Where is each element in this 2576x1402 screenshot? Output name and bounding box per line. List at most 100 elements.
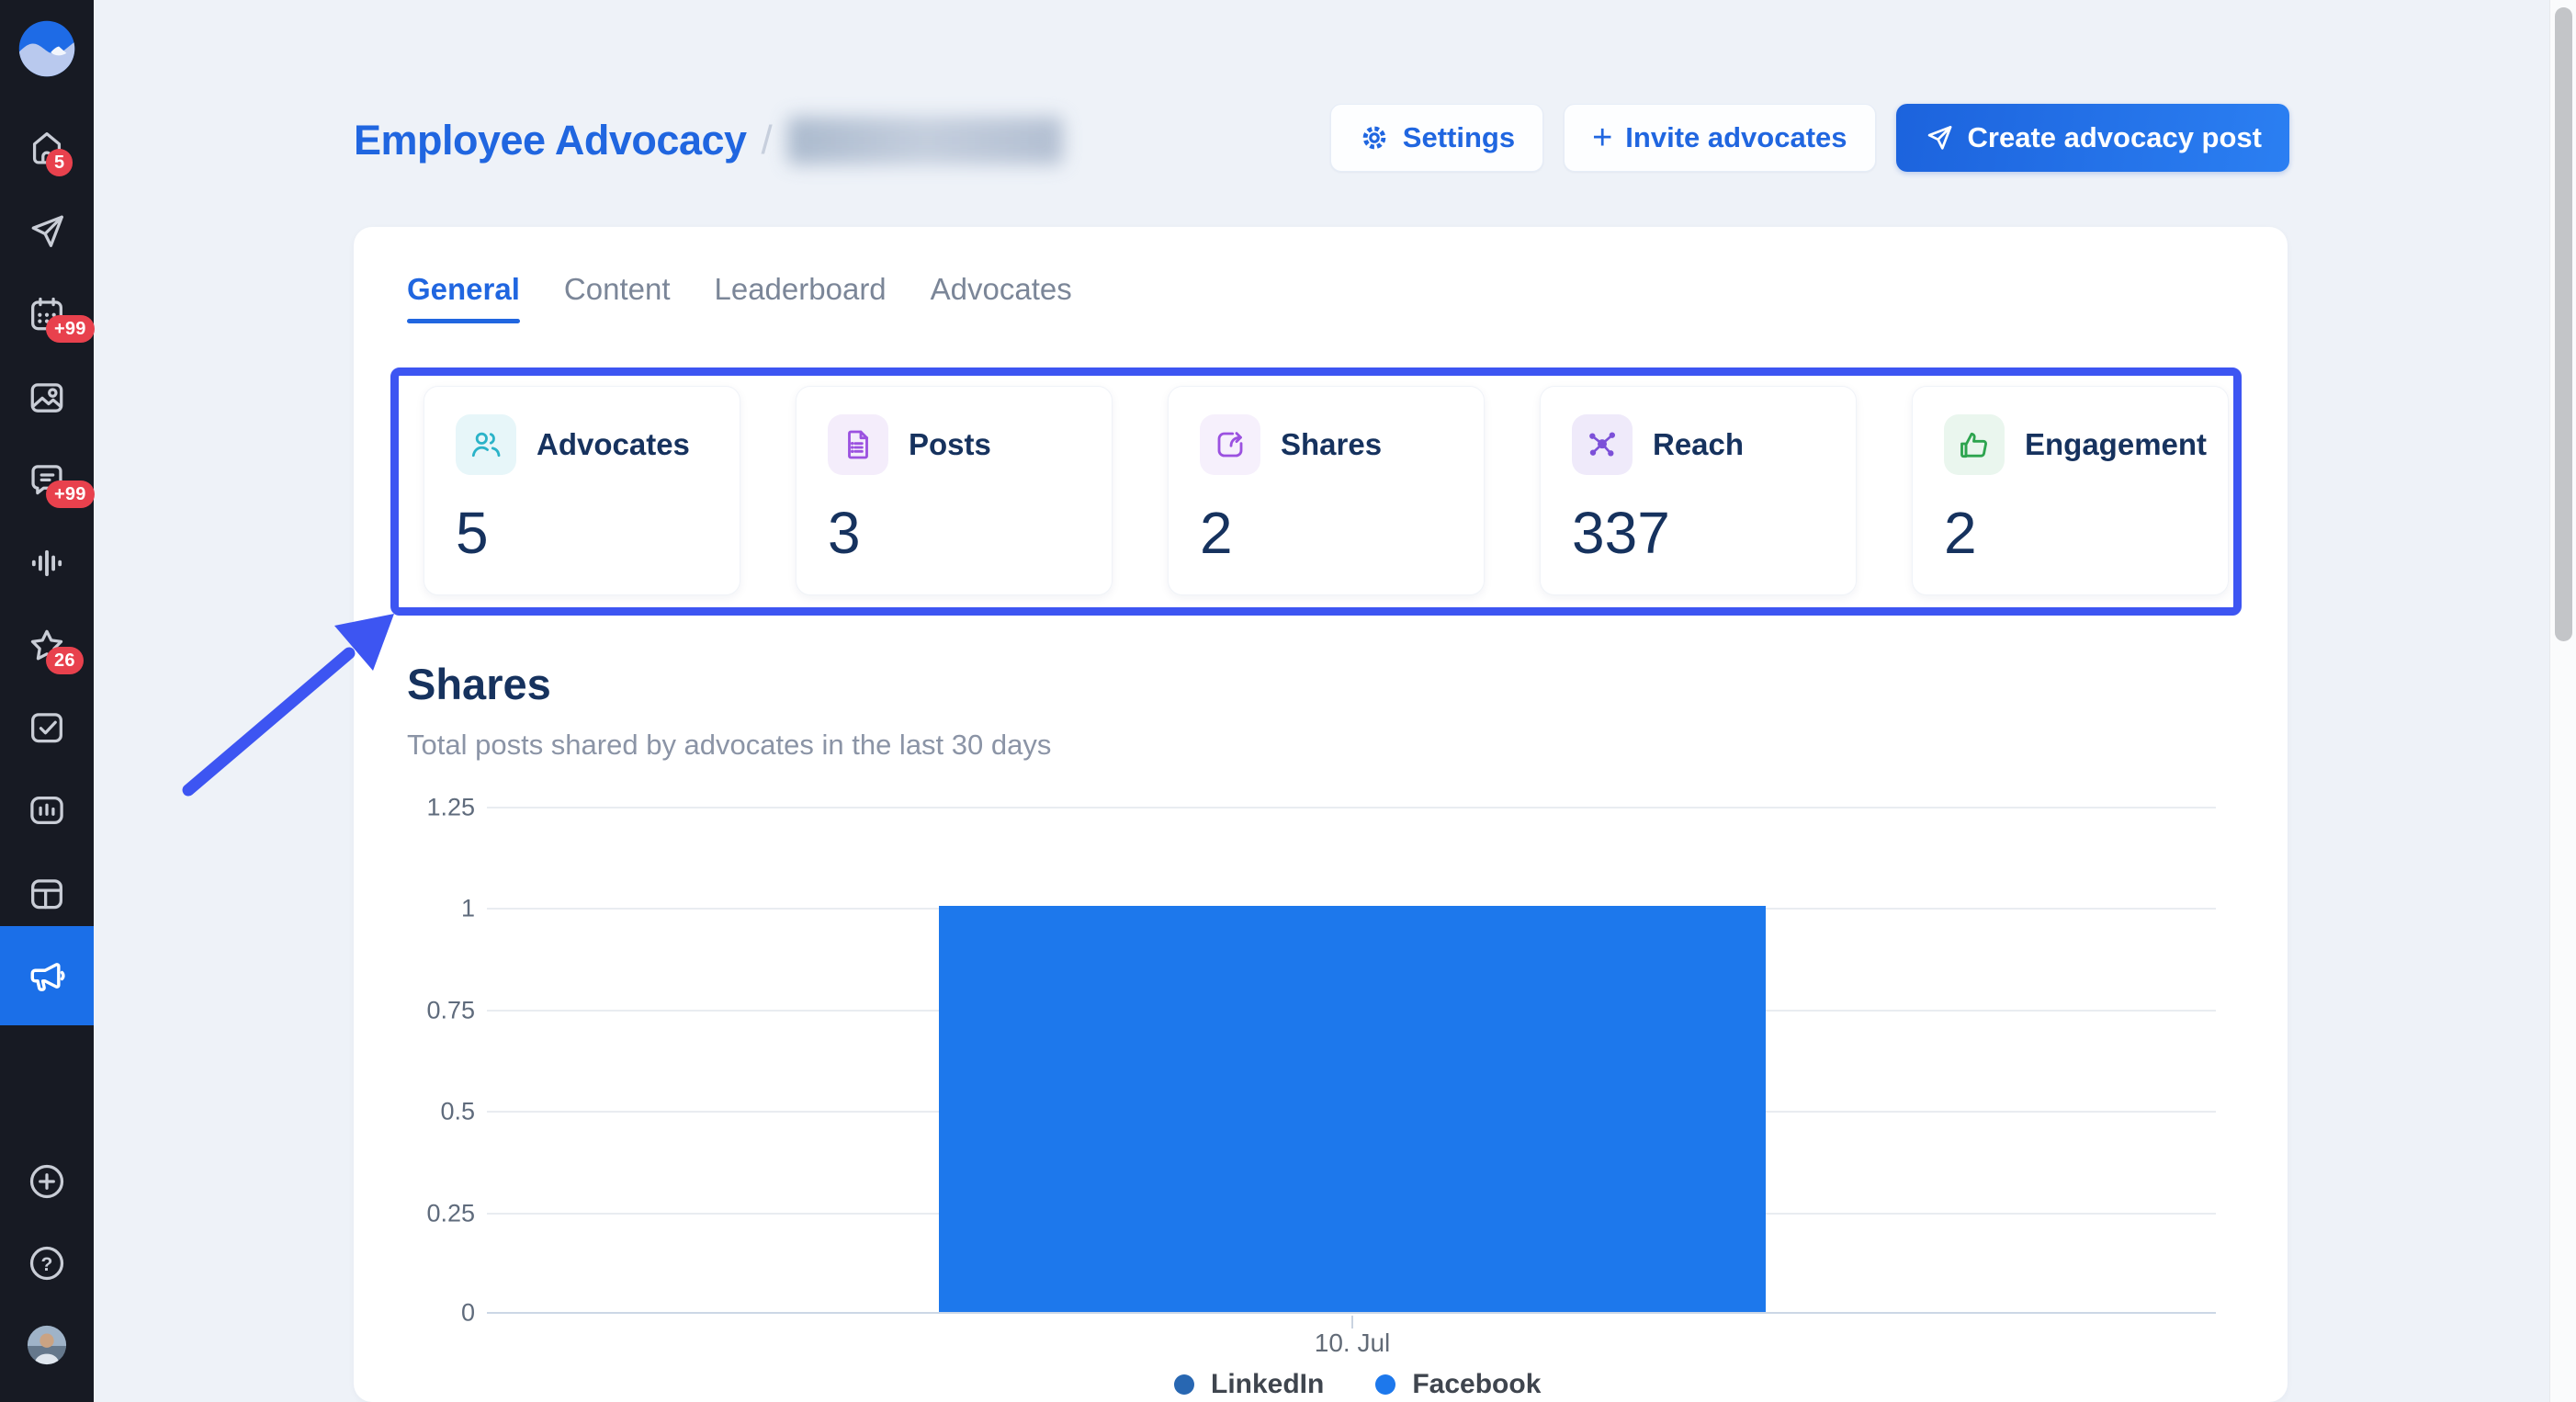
avatar — [26, 1324, 68, 1366]
plus-icon: + — [1592, 120, 1612, 155]
y-tick-label: 0 — [372, 1299, 475, 1328]
legend-item-linkedin[interactable]: LinkedIn — [1174, 1369, 1324, 1400]
page-header: Employee Advocacy / — [354, 108, 1063, 173]
inbox-badge: +99 — [46, 481, 95, 508]
stat-label: Advocates — [537, 427, 690, 462]
stat-card-reach: Reach 337 — [1540, 386, 1857, 595]
invite-label: Invite advocates — [1625, 121, 1847, 154]
sidebar-item-profile[interactable] — [0, 1304, 94, 1386]
reviews-badge: 26 — [46, 647, 84, 674]
sidebar-item-listening[interactable] — [0, 522, 94, 605]
reports-chart-icon — [26, 789, 68, 831]
svg-text:?: ? — [41, 1254, 53, 1275]
stat-card-shares: Shares 2 — [1168, 386, 1485, 595]
sidebar-item-calendar[interactable]: +99 — [0, 273, 94, 356]
stat-icon-box — [1944, 414, 2005, 475]
sidebar-item-advocacy[interactable] — [0, 926, 94, 1025]
sidebar-item-boards[interactable] — [0, 853, 94, 935]
legend-label: Facebook — [1412, 1369, 1541, 1400]
stat-card-posts: Posts 3 — [796, 386, 1113, 595]
stat-icon-box — [1572, 414, 1633, 475]
share-arrow-icon — [1212, 426, 1248, 463]
send-icon — [26, 210, 68, 253]
stat-card-engagement: Engagement 2 — [1912, 386, 2229, 595]
invite-advocates-button[interactable]: + Invite advocates — [1564, 104, 1875, 172]
listening-waveform-icon — [26, 542, 68, 584]
header-actions: Settings + Invite advocates Create advoc… — [1330, 104, 2289, 172]
question-circle-icon: ? — [26, 1242, 68, 1284]
logo-icon — [17, 18, 77, 79]
x-tick-mark — [1351, 1316, 1353, 1329]
x-axis-line — [487, 1312, 2216, 1314]
x-tick-label: 10. Jul — [1288, 1329, 1417, 1358]
stat-value: 337 — [1572, 499, 1670, 567]
stat-value: 2 — [1944, 499, 1977, 567]
sidebar-item-tasks[interactable] — [0, 686, 94, 769]
gear-icon — [1359, 122, 1390, 153]
calendar-badge: +99 — [46, 315, 95, 343]
stat-icon-box — [1200, 414, 1260, 475]
y-tick-label: 1.25 — [372, 794, 475, 822]
y-tick-label: 0.25 — [372, 1200, 475, 1228]
stat-label: Shares — [1281, 427, 1382, 462]
linkedin-dot-icon — [1174, 1374, 1194, 1395]
shares-bar-chart: 1.25 1 0.75 0.5 0.25 0 10. Jul LinkedIn … — [487, 807, 2216, 1314]
plus-circle-icon — [26, 1160, 68, 1203]
chart-legend: LinkedIn Facebook — [1174, 1369, 1541, 1400]
facebook-dot-icon — [1375, 1374, 1395, 1395]
paper-plane-icon — [1924, 122, 1955, 153]
users-icon — [468, 426, 504, 463]
sidebar: 5 +99 + — [0, 0, 94, 1402]
stat-icon-box — [828, 414, 888, 475]
create-advocacy-post-button[interactable]: Create advocacy post — [1896, 104, 2289, 172]
y-tick-label: 0.75 — [372, 997, 475, 1025]
breadcrumb-separator: / — [762, 118, 773, 164]
gridline — [487, 807, 2216, 808]
tab-advocates[interactable]: Advocates — [931, 272, 1072, 323]
section-title: Shares — [407, 659, 551, 709]
stat-value: 2 — [1200, 499, 1233, 567]
section-subtitle: Total posts shared by advocates in the l… — [407, 729, 1051, 762]
scrollbar-track[interactable] — [2549, 0, 2576, 1402]
y-tick-label: 0.5 — [372, 1098, 475, 1126]
sidebar-item-media[interactable] — [0, 356, 94, 439]
sidebar-item-reports[interactable] — [0, 769, 94, 852]
tasks-check-icon — [26, 707, 68, 749]
stat-label: Reach — [1653, 427, 1744, 462]
boards-layout-icon — [26, 873, 68, 915]
stat-label: Posts — [909, 427, 991, 462]
tab-general[interactable]: General — [407, 272, 520, 323]
sidebar-item-help[interactable]: ? — [0, 1222, 94, 1305]
sidebar-item-inbox[interactable]: +99 — [0, 438, 94, 521]
sidebar-item-reviews[interactable]: 26 — [0, 605, 94, 687]
tab-content[interactable]: Content — [564, 272, 671, 323]
stat-value: 3 — [828, 499, 861, 567]
settings-label: Settings — [1403, 121, 1515, 154]
settings-button[interactable]: Settings — [1330, 104, 1543, 172]
tab-bar: General Content Leaderboard Advocates — [407, 272, 1072, 323]
stat-value: 5 — [456, 499, 489, 567]
tab-leaderboard[interactable]: Leaderboard — [715, 272, 887, 323]
stat-icon-box — [456, 414, 516, 475]
stat-label: Engagement — [2025, 427, 2207, 462]
media-image-icon — [26, 377, 68, 419]
thumbs-up-icon — [1956, 426, 1993, 463]
legend-label: LinkedIn — [1211, 1369, 1324, 1400]
y-tick-label: 1 — [372, 895, 475, 923]
employee-advocacy-page: 5 +99 + — [0, 0, 2576, 1402]
page-title: Employee Advocacy — [354, 117, 747, 164]
legend-item-facebook[interactable]: Facebook — [1375, 1369, 1541, 1400]
create-label: Create advocacy post — [1968, 121, 2262, 154]
document-icon — [840, 426, 876, 463]
vista-social-logo[interactable] — [17, 18, 77, 79]
megaphone-icon — [26, 955, 68, 997]
sidebar-item-home[interactable]: 5 — [0, 107, 94, 189]
sidebar-item-publish[interactable] — [0, 190, 94, 273]
scrollbar-thumb[interactable] — [2555, 7, 2572, 641]
account-name-blurred — [787, 117, 1063, 164]
bar-facebook[interactable] — [939, 906, 1766, 1312]
sidebar-item-add[interactable] — [0, 1140, 94, 1223]
home-badge: 5 — [46, 149, 73, 176]
stat-card-advocates: Advocates 5 — [424, 386, 740, 595]
network-icon — [1584, 426, 1621, 463]
